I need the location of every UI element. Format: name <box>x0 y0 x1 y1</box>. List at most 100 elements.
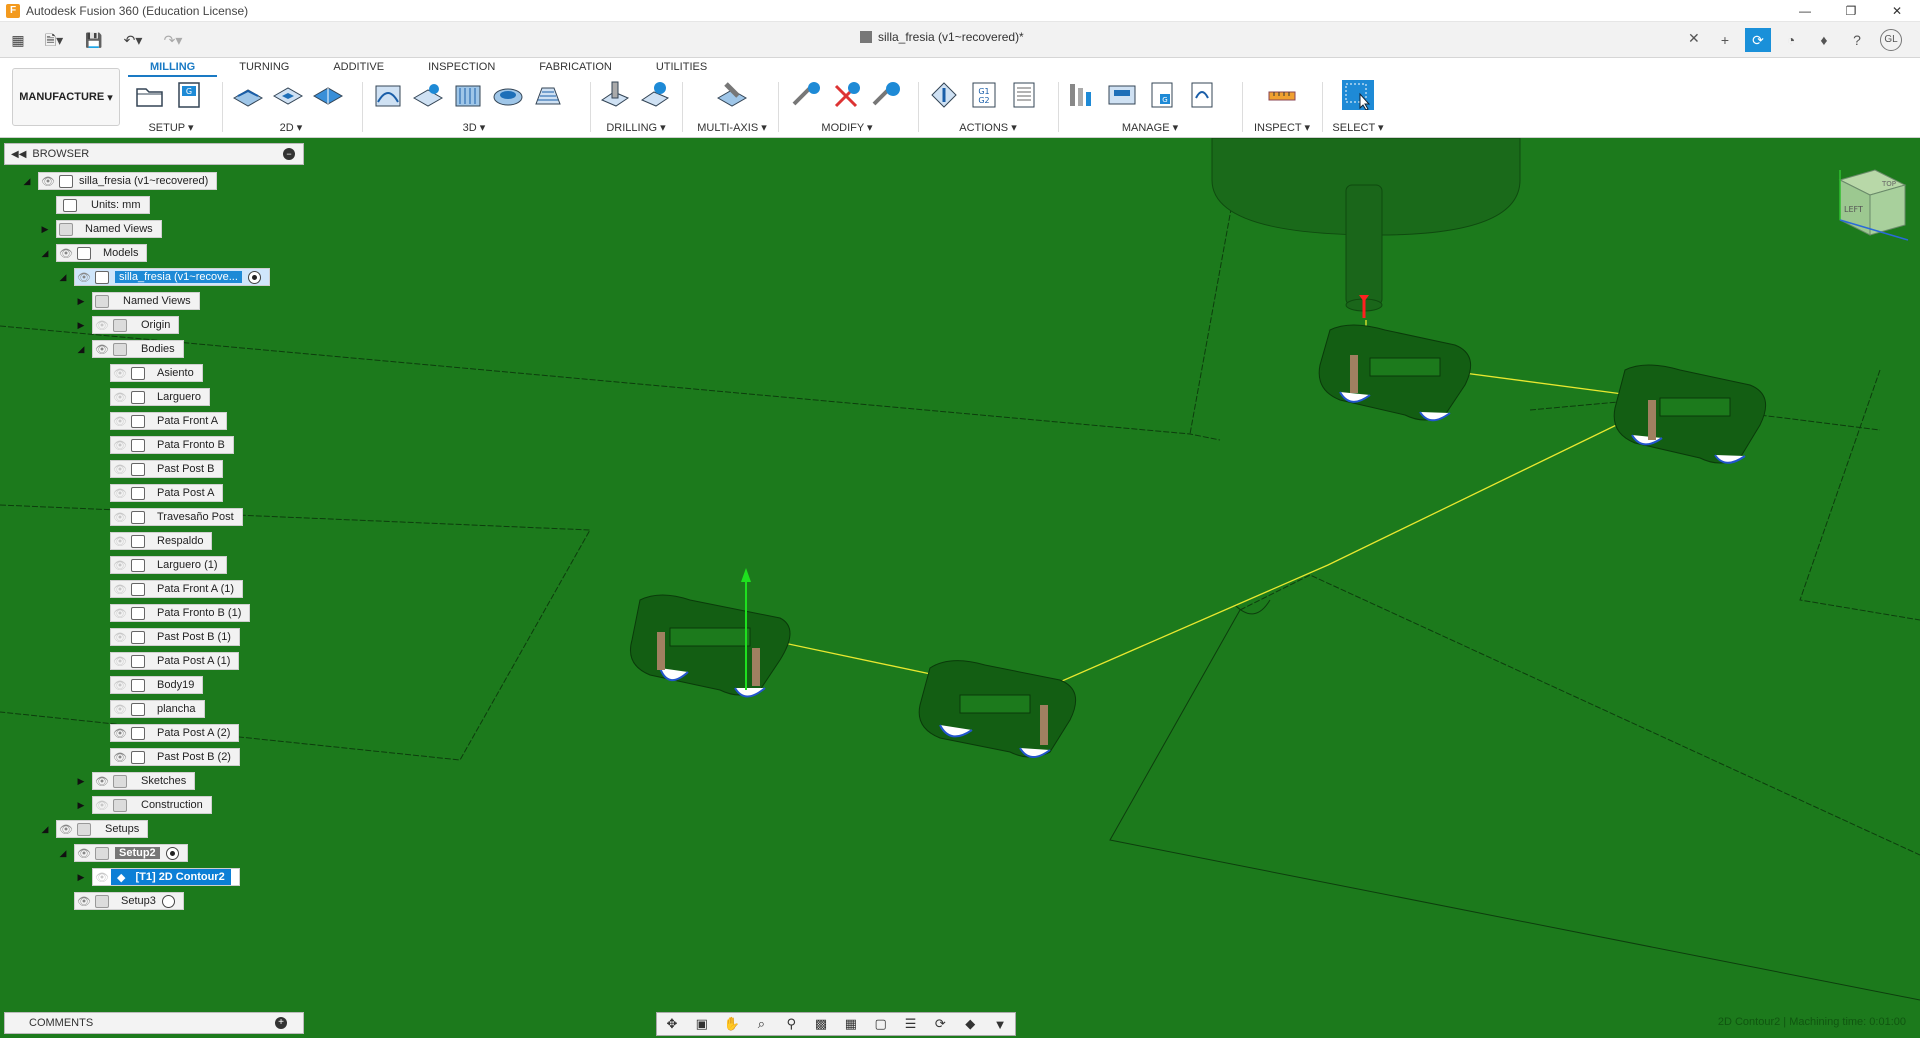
expand-triangle-icon[interactable]: ▶ <box>74 870 88 884</box>
body-item[interactable]: 👁 Larguero <box>110 387 211 407</box>
body-item[interactable]: 👁 Respaldo <box>110 531 213 551</box>
visibility-eye-icon[interactable]: 👁 <box>75 895 93 908</box>
activate-radio-icon[interactable] <box>247 270 261 284</box>
collapse-triangle-icon[interactable]: ◢ <box>20 174 34 188</box>
clear-toolpath-icon[interactable] <box>830 80 862 110</box>
body-item[interactable]: 👁 Pata Fronto B (1) <box>110 603 251 623</box>
generate-icon[interactable] <box>870 80 902 110</box>
visibility-eye-icon[interactable]: 👁 <box>111 415 129 428</box>
tool-library-icon[interactable] <box>1066 80 1098 110</box>
collapse-triangle-icon[interactable]: ◢ <box>38 822 52 836</box>
grid-settings-icon[interactable]: ▦ <box>839 1016 863 1032</box>
setup-sheet-icon[interactable] <box>1008 80 1040 110</box>
job-status-icon[interactable]: ◔ <box>1778 28 1804 52</box>
body-item[interactable]: 👁 Past Post B <box>110 459 224 479</box>
tab-milling[interactable]: MILLING <box>128 59 218 77</box>
visibility-eye-icon[interactable]: 👁 <box>111 439 129 452</box>
effects-icon[interactable]: ◆ <box>958 1016 982 1032</box>
3d-group-label[interactable]: 3D ▾ <box>372 121 576 134</box>
origin-node[interactable]: ▶ 👁 Origin <box>74 315 180 335</box>
tab-additive[interactable]: ADDITIVE <box>311 59 406 77</box>
fit-icon[interactable]: ⚲ <box>779 1016 803 1032</box>
select-group-label[interactable]: SELECT ▾ <box>1330 121 1386 134</box>
collapse-triangle-icon[interactable]: ◢ <box>74 342 88 356</box>
visibility-eye-icon[interactable]: 👁 <box>111 703 129 716</box>
display-settings-icon[interactable]: ▩ <box>809 1016 833 1032</box>
pan-hand-icon[interactable]: ✋ <box>720 1016 744 1032</box>
body-item[interactable]: 👁 Larguero (1) <box>110 555 227 575</box>
body-item[interactable]: 👁 Travesaño Post <box>110 507 243 527</box>
browser-panel-header[interactable]: ◀◀ BROWSER − <box>4 143 304 165</box>
root-node[interactable]: 👁 silla_fresia (v1~recovered) <box>38 172 218 190</box>
modify-group-label[interactable]: MODIFY ▾ <box>790 121 904 134</box>
parallel-icon[interactable] <box>452 80 484 110</box>
collapse-browser-icon[interactable]: ◀◀ <box>11 149 26 160</box>
tab-turning[interactable]: TURNING <box>217 59 311 77</box>
visibility-eye-icon[interactable]: 👁 <box>111 631 129 644</box>
undo-icon[interactable]: ↶▾ <box>118 28 148 52</box>
body-item[interactable]: 👁 Asiento <box>110 363 203 383</box>
viewports-icon[interactable]: ▢ <box>869 1016 893 1032</box>
visibility-eye-icon[interactable]: 👁 <box>111 391 129 404</box>
simulate-icon[interactable] <box>928 80 960 110</box>
swarf-icon[interactable] <box>716 80 748 110</box>
minimize-icon[interactable]: — <box>1782 0 1828 22</box>
visibility-eye-icon[interactable]: 👁 <box>57 823 75 836</box>
browser-minimize-icon[interactable]: − <box>283 148 295 160</box>
zoom-icon[interactable]: ⌕ <box>749 1016 773 1032</box>
named-views-node[interactable]: ▶ Named Views <box>38 219 162 239</box>
expand-triangle-icon[interactable]: ▶ <box>74 774 88 788</box>
setup2-node[interactable]: ◢ 👁 Setup2 <box>56 843 188 863</box>
visibility-eye-icon[interactable]: 👁 <box>111 583 129 596</box>
environment-icon[interactable]: ☰ <box>899 1016 923 1032</box>
close-tab-icon[interactable]: ✕ <box>1688 30 1700 47</box>
extensions-icon[interactable]: ⟳ <box>1745 28 1771 52</box>
setups-node[interactable]: ◢ 👁 Setups <box>38 819 149 839</box>
visibility-eye-icon[interactable]: 👁 <box>93 871 111 884</box>
template-library-icon[interactable] <box>1186 80 1218 110</box>
visibility-eye-icon[interactable]: 👁 <box>111 559 129 572</box>
visibility-eye-icon[interactable]: 👁 <box>111 607 129 620</box>
file-menu-icon[interactable]: 🗎▾ <box>38 28 70 52</box>
post-library-icon[interactable]: G <box>1146 80 1178 110</box>
3d-viewport[interactable]: TOP LEFT <box>0 138 1920 1038</box>
body-item[interactable]: 👁 Past Post B (2) <box>110 747 240 767</box>
visibility-eye-icon[interactable]: 👁 <box>111 535 129 548</box>
tree-root[interactable]: ◢ 👁 silla_fresia (v1~recovered) <box>20 171 218 191</box>
document-tab[interactable]: silla_fresia (v1~recovered)* <box>860 30 1024 44</box>
visibility-eye-icon[interactable]: 👁 <box>93 343 111 356</box>
setups-pill[interactable]: 👁 Setups <box>56 820 149 838</box>
collapse-triangle-icon[interactable]: ◢ <box>56 270 70 284</box>
redo-icon[interactable]: ↷▾ <box>158 28 188 52</box>
2d-group-label[interactable]: 2D ▾ <box>232 121 350 134</box>
visibility-eye-icon[interactable]: 👁 <box>111 367 129 380</box>
data-panel-grid-icon[interactable]: ▦ <box>8 28 28 52</box>
sketches-pill[interactable]: 👁 Sketches <box>92 772 196 790</box>
expand-triangle-icon[interactable]: ▶ <box>38 222 52 236</box>
body-item[interactable]: 👁 Pata Front A (1) <box>110 579 244 599</box>
visibility-eye-icon[interactable]: 👁 <box>111 727 129 740</box>
component-node[interactable]: ◢ 👁 silla_fresia (v1~recove... <box>56 267 270 287</box>
collapse-triangle-icon[interactable]: ◢ <box>56 846 70 860</box>
view-cube[interactable]: TOP LEFT <box>1820 160 1910 250</box>
visibility-eye-icon[interactable]: 👁 <box>57 247 75 260</box>
comments-panel[interactable]: COMMENTS + <box>4 1012 304 1034</box>
viewport-canvas[interactable] <box>0 138 1920 1038</box>
3d-adaptive-icon[interactable] <box>372 80 404 110</box>
setup3-pill[interactable]: 👁 Setup3 <box>74 892 184 910</box>
sketches-node[interactable]: ▶ 👁 Sketches <box>74 771 196 791</box>
visibility-eye-icon[interactable]: 👁 <box>93 775 111 788</box>
bodies-node[interactable]: ◢ 👁 Bodies <box>74 339 184 359</box>
edit-tool-icon[interactable] <box>790 80 822 110</box>
user-avatar[interactable]: GL <box>1880 29 1902 51</box>
drill-icon[interactable] <box>600 80 632 110</box>
inner-named-views-pill[interactable]: Named Views <box>92 292 200 310</box>
component-pill[interactable]: 👁 silla_fresia (v1~recove... <box>74 268 270 286</box>
body-item[interactable]: 👁 Past Post B (1) <box>110 627 240 647</box>
body-item[interactable]: 👁 plancha <box>110 699 205 719</box>
visibility-eye-icon[interactable]: 👁 <box>111 487 129 500</box>
visibility-eye-icon[interactable]: 👁 <box>75 271 93 284</box>
visibility-eye-icon[interactable]: 👁 <box>39 175 57 188</box>
inspect-group-label[interactable]: INSPECT ▾ <box>1250 121 1314 134</box>
body-item[interactable]: 👁 Pata Fronto B <box>110 435 234 455</box>
